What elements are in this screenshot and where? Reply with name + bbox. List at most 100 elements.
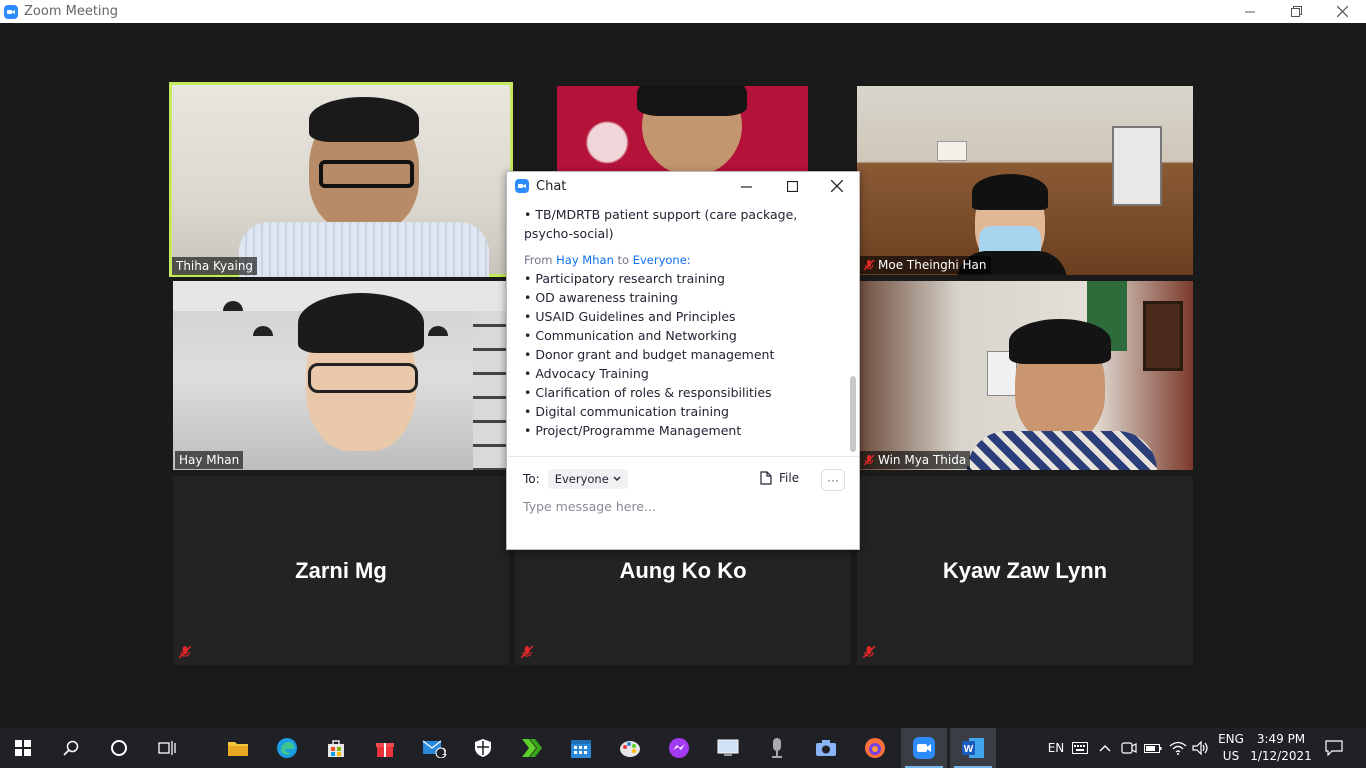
video-tile-zarni-mg[interactable]: Zarni Mg (173, 476, 509, 665)
chat-message-input[interactable] (523, 499, 843, 514)
start-button[interactable] (0, 728, 46, 768)
chat-scrollbar[interactable] (849, 204, 857, 456)
word-button[interactable]: W (950, 728, 996, 768)
title-bar: Zoom Meeting (0, 0, 1366, 23)
participant-name-tag: Thiha Kyaing (172, 257, 258, 275)
participant-name-tag: Moe Theinghi Han (859, 256, 991, 274)
chat-title: Chat (536, 178, 567, 194)
chat-window[interactable]: Chat • TB/MDRTB patient support (care pa… (506, 171, 860, 550)
muted-mic-icon (520, 645, 534, 659)
security-button[interactable] (460, 728, 506, 768)
video-tile-moe-theinghi-han[interactable]: Moe Theinghi Han (857, 86, 1193, 275)
edge-browser-icon (277, 738, 297, 758)
file-explorer-button[interactable] (215, 728, 261, 768)
paint-button[interactable] (607, 728, 653, 768)
chat-message-line: • Advocacy Training (524, 366, 649, 381)
chat-message-line: • Participatory research training (524, 271, 725, 286)
battery-button[interactable] (1142, 728, 1164, 768)
participant-name-tag: Hay Mhan (175, 451, 244, 469)
remote-desktop-button[interactable] (705, 728, 751, 768)
zoom-chat-icon (515, 179, 529, 193)
chat-maximize-button[interactable] (769, 172, 815, 200)
sender-link[interactable]: Hay Mhan (556, 253, 614, 267)
video-tile-hay-mhan[interactable]: Hay Mhan (173, 281, 509, 470)
messenger-icon (669, 738, 689, 758)
chat-message-line: • OD awareness training (524, 290, 678, 305)
chat-recipient-row: To: Everyone (523, 469, 628, 489)
folder-icon (228, 742, 248, 756)
paint-palette-icon (620, 741, 640, 757)
search-button[interactable] (48, 728, 94, 768)
task-view-icon (158, 741, 176, 755)
store-button[interactable] (313, 728, 359, 768)
video-tile-kyaw-zaw-lynn[interactable]: Kyaw Zaw Lynn (857, 476, 1193, 665)
participant-name: Win Mya Thida (878, 453, 967, 467)
task-view-button[interactable] (144, 728, 190, 768)
gift-app-button[interactable] (362, 728, 408, 768)
chat-messages[interactable]: • TB/MDRTB patient support (care package… (507, 200, 851, 455)
participant-name: Hay Mhan (179, 453, 240, 467)
mail-button[interactable]: 1 (411, 728, 457, 768)
chat-message-line: • USAID Guidelines and Principles (524, 309, 736, 324)
chat-sender-line: From Hay Mhan to Everyone: (524, 253, 691, 267)
chat-close-button[interactable] (814, 172, 860, 200)
voice-recorder-button[interactable] (754, 728, 800, 768)
participant-name: Kyaw Zaw Lynn (942, 557, 1108, 583)
volume-button[interactable] (1190, 728, 1212, 768)
participant-name: Aung Ko Ko (619, 557, 747, 583)
participant-name: Moe Theinghi Han (878, 258, 987, 272)
close-button[interactable] (1319, 0, 1365, 23)
chevron-up-icon (1099, 745, 1111, 752)
muted-mic-icon (863, 259, 875, 271)
muted-mic-icon (178, 645, 192, 659)
gift-icon (376, 743, 394, 757)
meet-now-button[interactable] (1118, 728, 1140, 768)
more-options-button[interactable]: ··· (821, 469, 845, 491)
chat-header[interactable]: Chat (507, 172, 859, 200)
muted-mic-icon (862, 645, 876, 659)
shield-icon (475, 739, 491, 757)
messenger-button[interactable] (656, 728, 702, 768)
calendar-icon (571, 740, 591, 758)
file-button[interactable]: File (760, 471, 799, 485)
wifi-icon (1169, 741, 1187, 755)
chat-minimize-button[interactable] (723, 172, 769, 200)
cortana-button[interactable] (96, 728, 142, 768)
restore-button[interactable] (1273, 0, 1319, 23)
show-hidden-icons-button[interactable] (1094, 728, 1116, 768)
camera-button[interactable] (803, 728, 849, 768)
keyboard-button[interactable] (1069, 728, 1091, 768)
camera-icon (816, 740, 836, 756)
language-button[interactable]: ENG US (1214, 728, 1248, 768)
recipient-select[interactable]: Everyone (547, 469, 628, 489)
window-title: Zoom Meeting (24, 4, 119, 19)
recipient-link[interactable]: Everyone: (633, 253, 691, 267)
firefox-button[interactable] (852, 728, 898, 768)
wifi-button[interactable] (1166, 728, 1190, 768)
participant-name: Thiha Kyaing (176, 259, 254, 273)
minimize-button[interactable] (1227, 0, 1273, 23)
video-tile-thiha-kyaing[interactable]: Thiha Kyaing (169, 82, 513, 277)
input-language-indicator[interactable]: EN (1043, 728, 1069, 768)
app-button-green[interactable] (509, 728, 555, 768)
video-tile-win-mya-thida[interactable]: Win Mya Thida (857, 281, 1193, 470)
edge-button[interactable] (264, 728, 310, 768)
glasses-shape (308, 363, 418, 393)
chat-message-line: • Communication and Networking (524, 328, 737, 343)
language-region: US (1222, 749, 1240, 763)
speaker-icon (1192, 741, 1208, 755)
battery-icon (1144, 744, 1162, 753)
calendar-button[interactable] (558, 728, 604, 768)
video-camera-icon (1121, 742, 1137, 754)
chat-message-line: • Donor grant and budget management (524, 347, 775, 362)
file-icon (760, 471, 772, 485)
chat-message-line: psycho-social) (524, 226, 614, 241)
notifications-button[interactable] (1318, 728, 1350, 768)
monitor-icon (717, 739, 739, 756)
green-chevron-icon (522, 739, 542, 757)
chat-scrollbar-thumb[interactable] (850, 376, 856, 452)
microphone-icon (772, 738, 782, 758)
mail-badge: 1 (442, 747, 448, 757)
zoom-button[interactable] (901, 728, 947, 768)
clock-button[interactable]: 3:49 PM 1/12/2021 (1250, 728, 1312, 768)
